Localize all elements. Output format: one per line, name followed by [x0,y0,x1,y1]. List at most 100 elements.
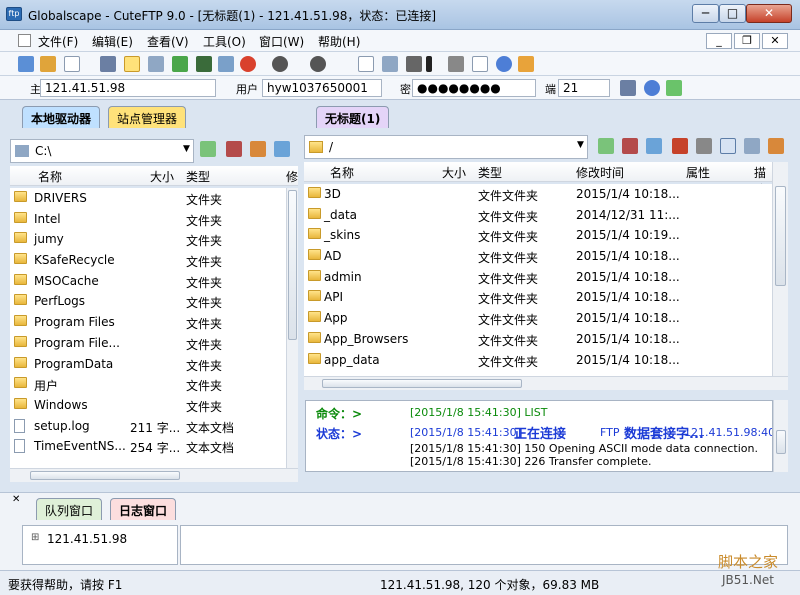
local-file-row[interactable]: 用户文件夹20 [10,374,286,395]
local-horizontal-scrollbar[interactable] [10,468,298,482]
view-mode-icon[interactable] [720,138,736,154]
remote-file-row[interactable]: App 文件文件夹 2015/1/4 10:18... [304,308,772,329]
scroll-thumb[interactable] [30,471,180,480]
maximize-button[interactable]: □ [719,4,746,23]
new-folder-icon[interactable] [250,141,266,157]
remote-transfer-icon[interactable] [744,138,760,154]
col-name[interactable]: 名称 [38,168,62,185]
local-file-row[interactable]: KSafeRecycle文件夹20 [10,250,286,271]
password-input[interactable]: ●●●●●●●● [412,79,536,97]
remote-refresh-icon[interactable] [646,138,662,154]
sync-icon[interactable] [644,80,660,96]
local-file-row[interactable]: Program Files文件夹20 [10,312,286,333]
scroll-thumb[interactable] [322,379,522,388]
mdi-close-button[interactable]: ✕ [762,33,788,49]
port-input[interactable]: 21 [558,79,610,97]
shield-icon[interactable] [518,56,534,72]
local-file-row[interactable]: TimeEventNS...254 字...文本文档20 [10,436,286,457]
expand-icon[interactable]: ⊞ [31,532,39,543]
tab-remote[interactable]: 无标题(1) [316,106,390,128]
tab-site-manager[interactable]: 站点管理器 [108,106,187,128]
close-button[interactable]: ✕ [746,4,792,23]
settings-icon[interactable] [406,56,422,72]
tab-log-window[interactable]: 日志窗口 [110,498,177,520]
remote-file-row[interactable]: API 文件文件夹 2015/1/4 10:18... [304,287,772,308]
col-size[interactable]: 大小 [150,168,174,185]
local-file-row[interactable]: DRIVERS文件夹20 [10,188,286,209]
col-type[interactable]: 类型 [478,164,502,181]
menu-tools[interactable]: 工具(O) [203,33,246,50]
menu-help[interactable]: 帮助(H) [318,33,360,50]
host-input[interactable]: 121.41.51.98 [40,79,216,97]
connect-icon[interactable] [18,56,34,72]
menu-file[interactable]: 文件(F) [38,33,78,50]
scroll-thumb[interactable] [776,430,786,454]
local-file-row[interactable]: jumy文件夹20 [10,229,286,250]
remote-file-row[interactable]: App_Browsers 文件文件夹 2015/1/4 10:18... [304,329,772,350]
local-file-row[interactable]: PerfLogs文件夹20 [10,291,286,312]
chevron-down-icon[interactable]: ▼ [183,144,190,154]
local-file-row[interactable]: setup.log211 字...文本文档20 [10,416,286,437]
queue-icon[interactable] [196,56,212,72]
remote-up-folder-icon[interactable] [598,138,614,154]
remote-file-row[interactable]: app_data 文件文件夹 2015/1/4 10:18... [304,350,772,371]
col-modified[interactable]: 修 [286,168,298,185]
log-vertical-scrollbar[interactable] [773,400,788,472]
tree-item[interactable]: 121.41.51.98 [47,532,127,546]
remote-new-folder-icon[interactable] [768,138,784,154]
remote-vertical-scrollbar[interactable] [772,162,788,376]
pointer-icon[interactable] [124,56,140,72]
chevron-down-icon[interactable]: ▼ [577,140,584,150]
col-size[interactable]: 大小 [442,164,466,181]
disconnect-icon[interactable] [100,56,116,72]
remote-file-row[interactable]: _skins 文件文件夹 2015/1/4 10:19... [304,225,772,246]
col-name[interactable]: 名称 [330,164,354,181]
col-type[interactable]: 类型 [186,168,210,185]
download-icon[interactable] [272,56,288,72]
remote-file-row[interactable]: AD 文件文件夹 2015/1/4 10:18... [304,246,772,267]
menu-view[interactable]: 查看(V) [147,33,189,50]
local-file-row[interactable]: Program File...文件夹20 [10,333,286,354]
properties-icon[interactable] [472,56,488,72]
col-modified[interactable]: 修改时间 [576,164,624,181]
tab-local-drives[interactable]: 本地驱动器 [22,106,101,128]
menu-edit[interactable]: 编辑(E) [92,33,133,50]
local-vertical-scrollbar[interactable] [286,188,298,468]
remote-delete-icon[interactable] [696,138,712,154]
edit-icon[interactable] [358,56,374,72]
remote-horizontal-scrollbar[interactable] [304,376,788,390]
remote-path-bar[interactable]: / ▼ [304,135,588,159]
exclamation-icon[interactable] [426,56,432,72]
remote-file-row[interactable]: admin 文件文件夹 2015/1/4 10:18... [304,267,772,288]
local-path-bar[interactable]: C:\ ▼ [10,139,194,163]
refresh-icon[interactable] [218,56,234,72]
new-icon[interactable] [64,56,80,72]
remote-file-row[interactable]: _data 文件文件夹 2014/12/31 11:... [304,205,772,226]
menu-window[interactable]: 窗口(W) [259,33,304,50]
scroll-thumb[interactable] [288,190,297,340]
user-input[interactable]: hyw1037650001 [262,79,382,97]
tab-queue-window[interactable]: 队列窗口 [36,498,103,520]
local-file-row[interactable]: Windows文件夹20 [10,395,286,416]
connect-go-icon[interactable] [620,80,636,96]
transfer-icon[interactable] [172,56,188,72]
delete-icon[interactable] [448,56,464,72]
scroll-thumb[interactable] [775,186,786,286]
globe-icon[interactable] [496,56,512,72]
col-attributes[interactable]: 属性 [686,164,710,181]
mdi-restore-button[interactable]: ❐ [734,33,760,49]
quick-connect-icon[interactable] [40,56,56,72]
remote-bookmark-icon[interactable] [622,138,638,154]
bookmark-icon[interactable] [226,141,242,157]
stop-icon[interactable] [240,56,256,72]
local-file-row[interactable]: Intel文件夹20 [10,209,286,230]
local-refresh-icon[interactable] [274,141,290,157]
local-file-row[interactable]: ProgramData文件夹20 [10,354,286,375]
view-icon[interactable] [382,56,398,72]
close-icon[interactable]: ✕ [12,494,20,505]
local-file-row[interactable]: MSOCache文件夹20 [10,271,286,292]
remote-stop-icon[interactable] [672,138,688,154]
minimize-button[interactable]: ─ [692,4,719,23]
add-site-icon[interactable] [666,80,682,96]
remote-file-row[interactable]: 3D 文件文件夹 2015/1/4 10:18... [304,184,772,205]
